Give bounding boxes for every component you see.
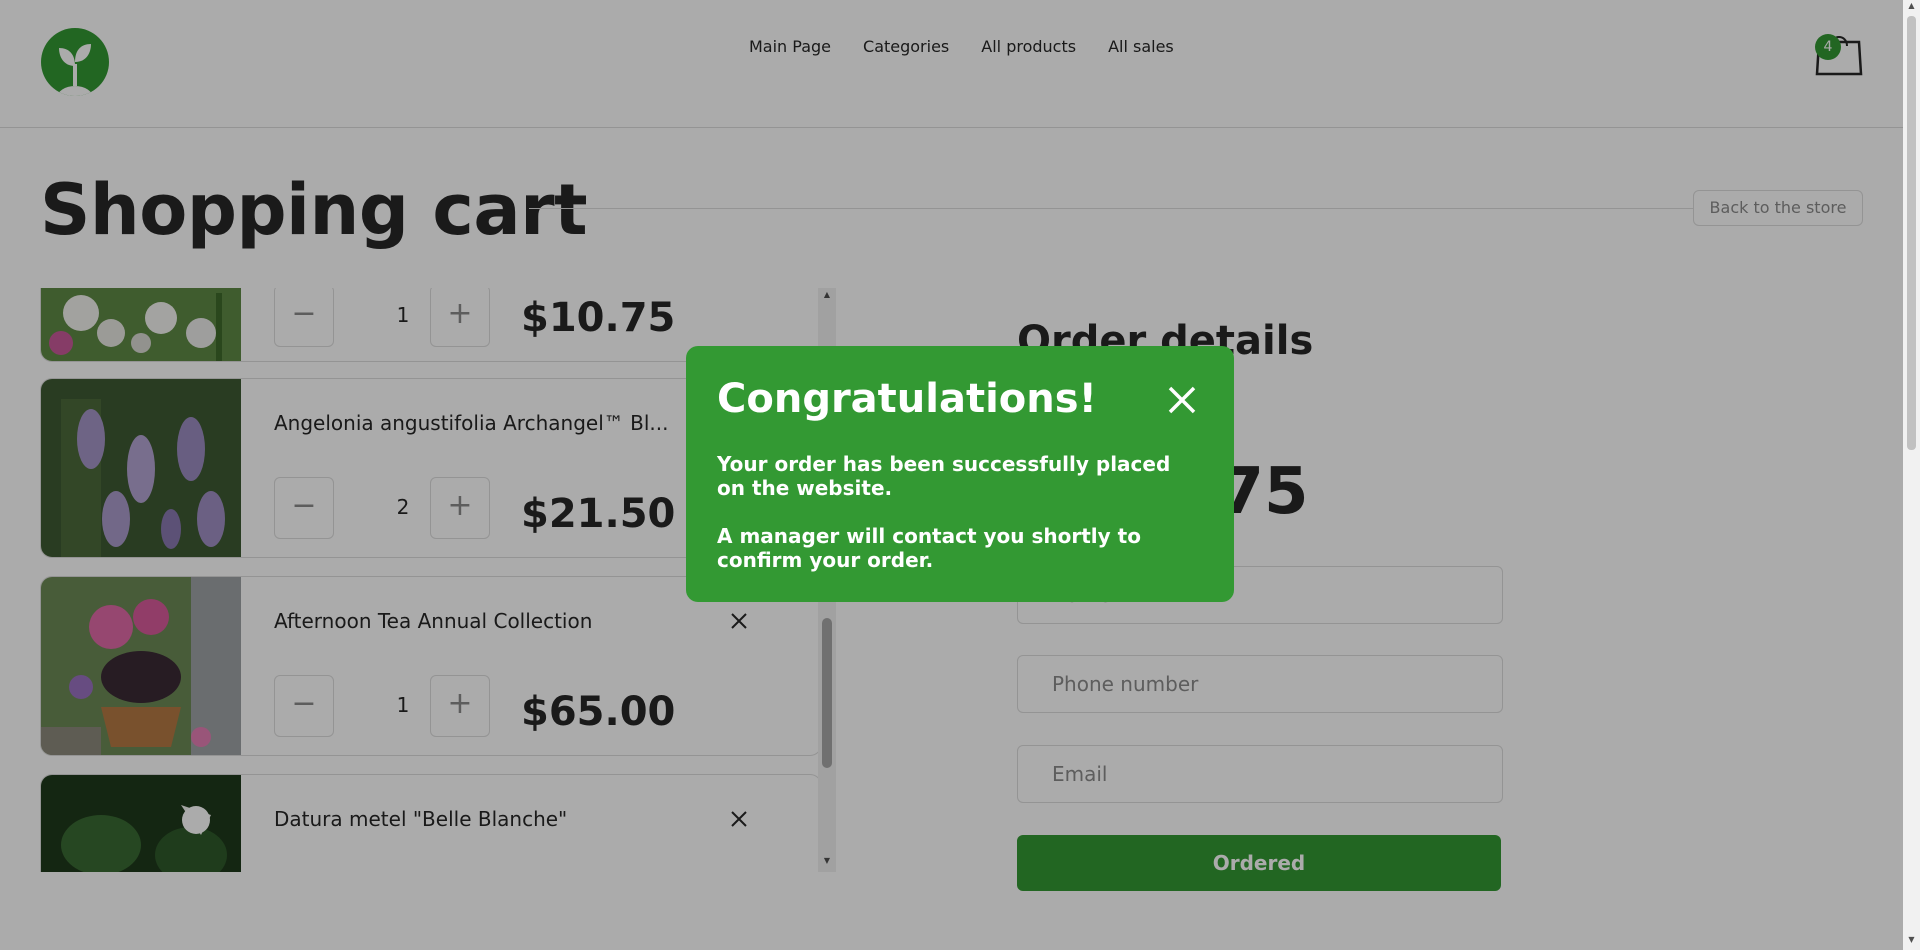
- success-modal: Congratulations! Your order has been suc…: [686, 346, 1234, 602]
- page-scroll-down-arrow[interactable]: ▼: [1903, 935, 1920, 949]
- page-scrollbar[interactable]: ▲ ▼: [1903, 0, 1920, 950]
- page-scroll-up-arrow[interactable]: ▲: [1903, 1, 1920, 15]
- modal-title: Congratulations!: [717, 376, 1097, 422]
- modal-message-line1: Your order has been successfully placed …: [717, 452, 1171, 500]
- page-scroll-thumb[interactable]: [1907, 16, 1916, 450]
- close-icon[interactable]: [1164, 382, 1200, 418]
- modal-message-line2: A manager will contact you shortly to co…: [717, 524, 1141, 572]
